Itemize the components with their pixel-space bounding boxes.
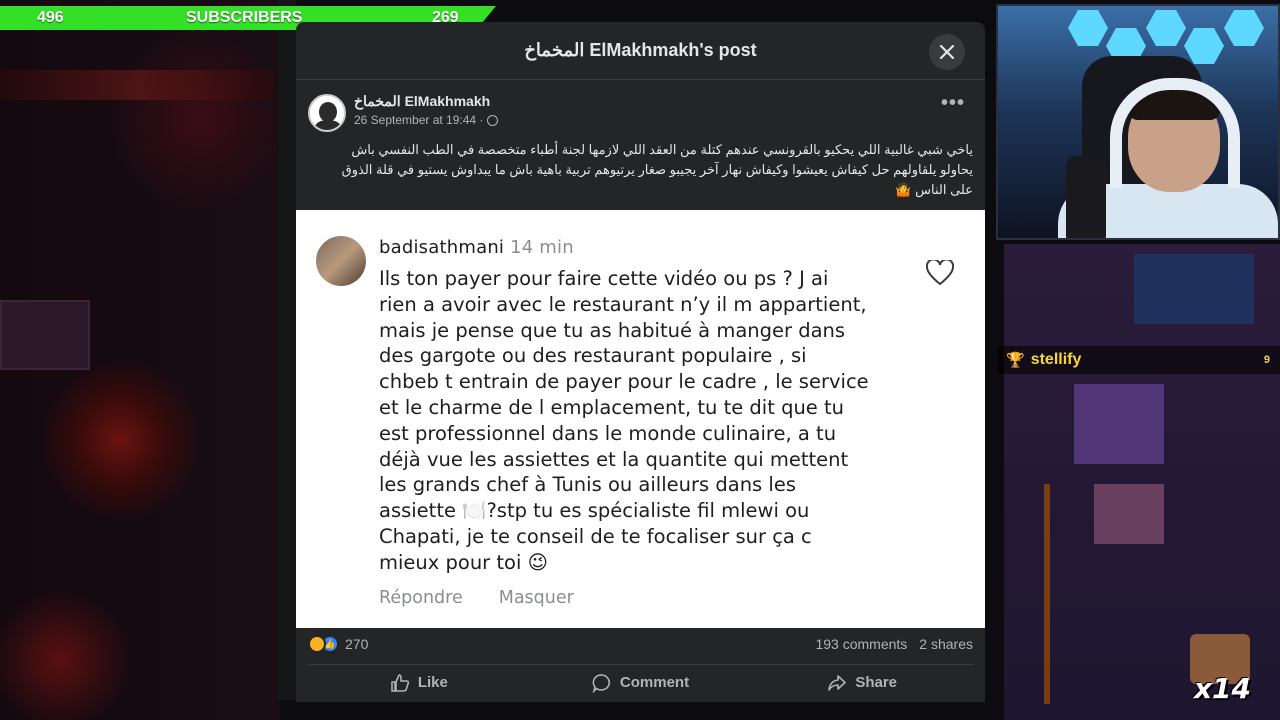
comment-actions: Répondre Masquer [379, 588, 574, 608]
comment-button[interactable]: Comment [530, 673, 752, 693]
more-options-button[interactable]: ••• [941, 92, 965, 115]
post-date[interactable]: 26 September at 19:44 · [354, 113, 499, 127]
commenter-avatar [316, 236, 366, 286]
comment-author: badisathmani [379, 237, 505, 258]
share-count[interactable]: 2 shares [919, 636, 973, 652]
globe-icon [487, 114, 499, 126]
comment-time: 14 min [510, 237, 574, 258]
reply-label: Répondre [379, 588, 463, 608]
post-author[interactable]: المخماخ ElMakhmakh [354, 93, 490, 110]
chat-username: stellify [1030, 351, 1082, 368]
comment-label: Comment [619, 674, 690, 691]
share-icon [828, 674, 847, 691]
reaction-icons[interactable]: 👍 [308, 635, 339, 653]
trophy-icon: 🏆 [1006, 352, 1025, 369]
webcam-feed [996, 4, 1280, 240]
like-label: Like [417, 674, 448, 691]
like-button[interactable]: Like [308, 673, 530, 693]
post-modal: المخماخ ElMakhmakh's post المخماخ ElMakh… [296, 22, 985, 702]
share-label: Share [855, 674, 898, 691]
background-decor [0, 300, 90, 370]
comment-header: badisathmani 14 min [379, 237, 574, 258]
reaction-count[interactable]: 270 [345, 636, 368, 652]
modal-header: المخماخ ElMakhmakh's post [296, 22, 985, 80]
close-icon [939, 44, 955, 60]
comment-text: Ils ton payer pour faire cette vidéo ou … [379, 267, 869, 574]
heart-icon [926, 260, 954, 286]
close-button[interactable] [929, 34, 965, 70]
haha-reaction-icon [308, 635, 326, 653]
modal-shadow [278, 0, 296, 700]
background-decor [0, 70, 275, 100]
thumbs-up-icon [391, 673, 409, 692]
chat-user-badge: 🏆 stellify 9 [998, 346, 1280, 374]
post-actions: Like Comment Share [308, 664, 973, 700]
hide-label: Masquer [498, 588, 574, 608]
emote-multiplier: x14 [1186, 634, 1254, 705]
modal-title: المخماخ ElMakhmakh's post [524, 40, 757, 60]
comment-icon [592, 673, 610, 693]
post-stats: 👍 270 193 comments 2 shares [296, 628, 985, 660]
author-avatar[interactable] [308, 94, 346, 132]
share-button[interactable]: Share [751, 673, 973, 693]
subscriber-count-left: 496 [37, 9, 64, 26]
multiplier-text: x14 [1194, 672, 1252, 705]
chat-count: 9 [1263, 354, 1270, 366]
comment-count[interactable]: 193 comments [815, 636, 907, 652]
post-date-text: 26 September at 19:44 · [354, 113, 484, 127]
post-text: ياخي شبي غالبية اللي يحكيو بالقرونسي عند… [341, 142, 973, 197]
comment-screenshot[interactable]: badisathmani 14 min Ils ton payer pour f… [296, 210, 985, 628]
subscriber-label: SUBSCRIBERS [186, 9, 303, 26]
